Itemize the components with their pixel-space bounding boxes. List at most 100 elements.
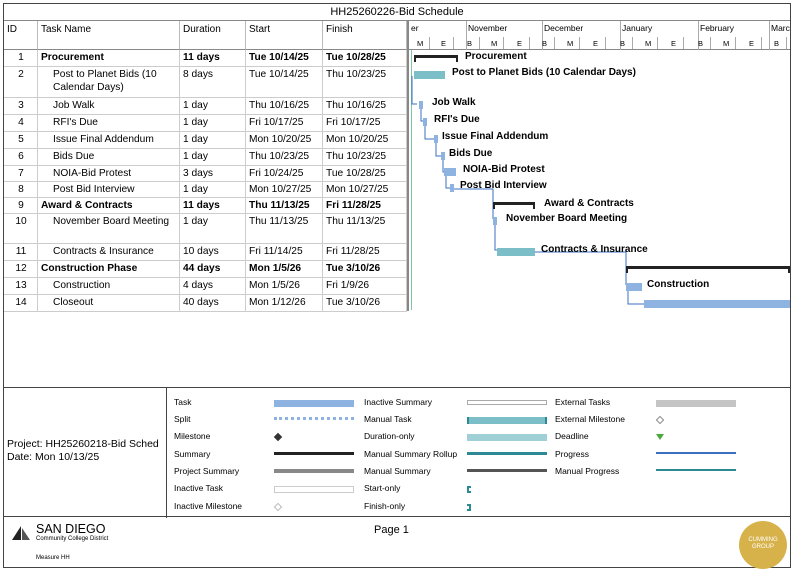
task-start-cell[interactable]: Thu 10/16/25 xyxy=(246,98,323,114)
task-finish-cell[interactable]: Thu 10/23/25 xyxy=(323,149,407,165)
task-name-cell[interactable]: Contracts & Insurance xyxy=(38,244,180,260)
task-id-cell[interactable]: 1 xyxy=(4,50,38,66)
table-row[interactable]: 10 November Board Meeting 1 day Thu 11/13/2… xyxy=(4,214,407,244)
table-row[interactable]: 9 Award & Contracts 11 days Thu 11/13/25 Fri… xyxy=(4,198,407,214)
task-duration-cell[interactable]: 1 day xyxy=(180,98,246,114)
task-bar-job-walk[interactable] xyxy=(419,101,423,109)
task-duration-cell[interactable]: 4 days xyxy=(180,278,246,294)
task-finish-cell[interactable]: Tue 3/10/26 xyxy=(323,295,407,311)
task-name-cell[interactable]: Bids Due xyxy=(38,149,180,165)
col-header-id[interactable]: ID xyxy=(4,21,38,50)
task-start-cell[interactable]: Thu 11/13/25 xyxy=(246,198,323,213)
task-name-cell[interactable]: Procurement xyxy=(38,50,180,66)
task-finish-cell[interactable]: Mon 10/20/25 xyxy=(323,132,407,148)
task-bar-noia[interactable] xyxy=(444,168,456,176)
task-duration-cell[interactable]: 40 days xyxy=(180,295,246,311)
task-id-cell[interactable]: 14 xyxy=(4,295,38,311)
task-bar-post-bid-interview[interactable] xyxy=(450,184,454,192)
task-start-cell[interactable]: Tue 10/14/25 xyxy=(246,67,323,97)
task-bar-final-addendum[interactable] xyxy=(434,135,438,143)
task-name-cell[interactable]: Construction Phase xyxy=(38,261,180,277)
task-duration-cell[interactable]: 10 days xyxy=(180,244,246,260)
table-row[interactable]: 14 Closeout 40 days Mon 1/12/26 Tue 3/10/26 xyxy=(4,295,407,312)
task-start-cell[interactable]: Fri 11/14/25 xyxy=(246,244,323,260)
task-duration-cell[interactable]: 44 days xyxy=(180,261,246,277)
task-id-cell[interactable]: 7 xyxy=(4,166,38,181)
task-finish-cell[interactable]: Thu 10/16/25 xyxy=(323,98,407,114)
task-name-cell[interactable]: Issue Final Addendum xyxy=(38,132,180,148)
task-finish-cell[interactable]: Thu 10/23/25 xyxy=(323,67,407,97)
table-row[interactable]: 4 RFI's Due 1 day Fri 10/17/25 Fri 10/17/25 xyxy=(4,115,407,132)
task-finish-cell[interactable]: Thu 11/13/25 xyxy=(323,214,407,243)
table-row[interactable]: 3 Job Walk 1 day Thu 10/16/25 Thu 10/16/25 xyxy=(4,98,407,115)
task-start-cell[interactable]: Mon 10/27/25 xyxy=(246,182,323,197)
task-id-cell[interactable]: 8 xyxy=(4,182,38,197)
col-header-start[interactable]: Start xyxy=(246,21,323,50)
task-duration-cell[interactable]: 8 days xyxy=(180,67,246,97)
task-bar-closeout[interactable] xyxy=(644,300,790,308)
task-start-cell[interactable]: Mon 10/20/25 xyxy=(246,132,323,148)
task-bar-post-planet-bids[interactable] xyxy=(414,71,445,79)
task-bar-construction[interactable] xyxy=(626,283,642,291)
table-row[interactable]: 8 Post Bid Interview 1 day Mon 10/27/25 Mon … xyxy=(4,182,407,198)
task-finish-cell[interactable]: Fri 11/28/25 xyxy=(323,244,407,260)
task-start-cell[interactable]: Fri 10/17/25 xyxy=(246,115,323,131)
task-duration-cell[interactable]: 1 day xyxy=(180,132,246,148)
task-id-cell[interactable]: 4 xyxy=(4,115,38,131)
task-name-cell[interactable]: Closeout xyxy=(38,295,180,311)
table-row[interactable]: 13 Construction 4 days Mon 1/5/26 Fri 1/9/26 xyxy=(4,278,407,295)
summary-bar-award[interactable] xyxy=(493,202,535,209)
task-id-cell[interactable]: 12 xyxy=(4,261,38,277)
task-name-cell[interactable]: Job Walk xyxy=(38,98,180,114)
table-row[interactable]: 5 Issue Final Addendum 1 day Mon 10/20/25 Mo… xyxy=(4,132,407,149)
task-start-cell[interactable]: Fri 10/24/25 xyxy=(246,166,323,181)
table-row[interactable]: 11 Contracts & Insurance 10 days Fri 11/14/… xyxy=(4,244,407,261)
task-id-cell[interactable]: 5 xyxy=(4,132,38,148)
task-duration-cell[interactable]: 1 day xyxy=(180,149,246,165)
task-name-cell[interactable]: Construction xyxy=(38,278,180,294)
task-duration-cell[interactable]: 3 days xyxy=(180,166,246,181)
task-start-cell[interactable]: Mon 1/5/26 xyxy=(246,261,323,277)
task-bar-contracts[interactable] xyxy=(497,248,535,256)
task-finish-cell[interactable]: Tue 10/28/25 xyxy=(323,50,407,66)
task-bar-board-meeting[interactable] xyxy=(493,217,497,225)
task-name-cell[interactable]: Post Bid Interview xyxy=(38,182,180,197)
task-start-cell[interactable]: Mon 1/12/26 xyxy=(246,295,323,311)
task-id-cell[interactable]: 2 xyxy=(4,67,38,97)
summary-bar-procurement[interactable] xyxy=(414,55,458,62)
task-duration-cell[interactable]: 1 day xyxy=(180,214,246,243)
summary-bar-construction-phase[interactable] xyxy=(626,266,790,273)
task-start-cell[interactable]: Thu 11/13/25 xyxy=(246,214,323,243)
task-finish-cell[interactable]: Mon 10/27/25 xyxy=(323,182,407,197)
task-finish-cell[interactable]: Fri 10/17/25 xyxy=(323,115,407,131)
table-row[interactable]: 2 Post to Planet Bids (10 Calendar Days) 8… xyxy=(4,67,407,98)
table-row[interactable]: 1 Procurement 11 days Tue 10/14/25 Tue 10/28… xyxy=(4,50,407,67)
task-bar-rfi[interactable] xyxy=(423,118,427,126)
col-header-name[interactable]: Task Name xyxy=(38,21,180,50)
task-id-cell[interactable]: 9 xyxy=(4,198,38,213)
task-finish-cell[interactable]: Tue 10/28/25 xyxy=(323,166,407,181)
task-id-cell[interactable]: 13 xyxy=(4,278,38,294)
task-duration-cell[interactable]: 11 days xyxy=(180,198,246,213)
task-id-cell[interactable]: 6 xyxy=(4,149,38,165)
task-id-cell[interactable]: 3 xyxy=(4,98,38,114)
col-header-finish[interactable]: Finish xyxy=(323,21,407,50)
task-name-cell[interactable]: RFI's Due xyxy=(38,115,180,131)
task-duration-cell[interactable]: 1 day xyxy=(180,182,246,197)
task-start-cell[interactable]: Mon 1/5/26 xyxy=(246,278,323,294)
task-name-cell[interactable]: NOIA-Bid Protest xyxy=(38,166,180,181)
task-duration-cell[interactable]: 11 days xyxy=(180,50,246,66)
task-finish-cell[interactable]: Fri 11/28/25 xyxy=(323,198,407,213)
task-name-cell[interactable]: November Board Meeting xyxy=(38,214,180,243)
task-start-cell[interactable]: Thu 10/23/25 xyxy=(246,149,323,165)
task-bar-bids-due[interactable] xyxy=(441,152,445,160)
task-finish-cell[interactable]: Tue 3/10/26 xyxy=(323,261,407,277)
task-id-cell[interactable]: 10 xyxy=(4,214,38,243)
table-row[interactable]: 6 Bids Due 1 day Thu 10/23/25 Thu 10/23/25 xyxy=(4,149,407,166)
task-finish-cell[interactable]: Fri 1/9/26 xyxy=(323,278,407,294)
task-id-cell[interactable]: 11 xyxy=(4,244,38,260)
task-duration-cell[interactable]: 1 day xyxy=(180,115,246,131)
table-row[interactable]: 7 NOIA-Bid Protest 3 days Fri 10/24/25 Tue 1… xyxy=(4,166,407,182)
task-start-cell[interactable]: Tue 10/14/25 xyxy=(246,50,323,66)
task-name-cell[interactable]: Post to Planet Bids (10 Calendar Days) xyxy=(38,67,180,97)
